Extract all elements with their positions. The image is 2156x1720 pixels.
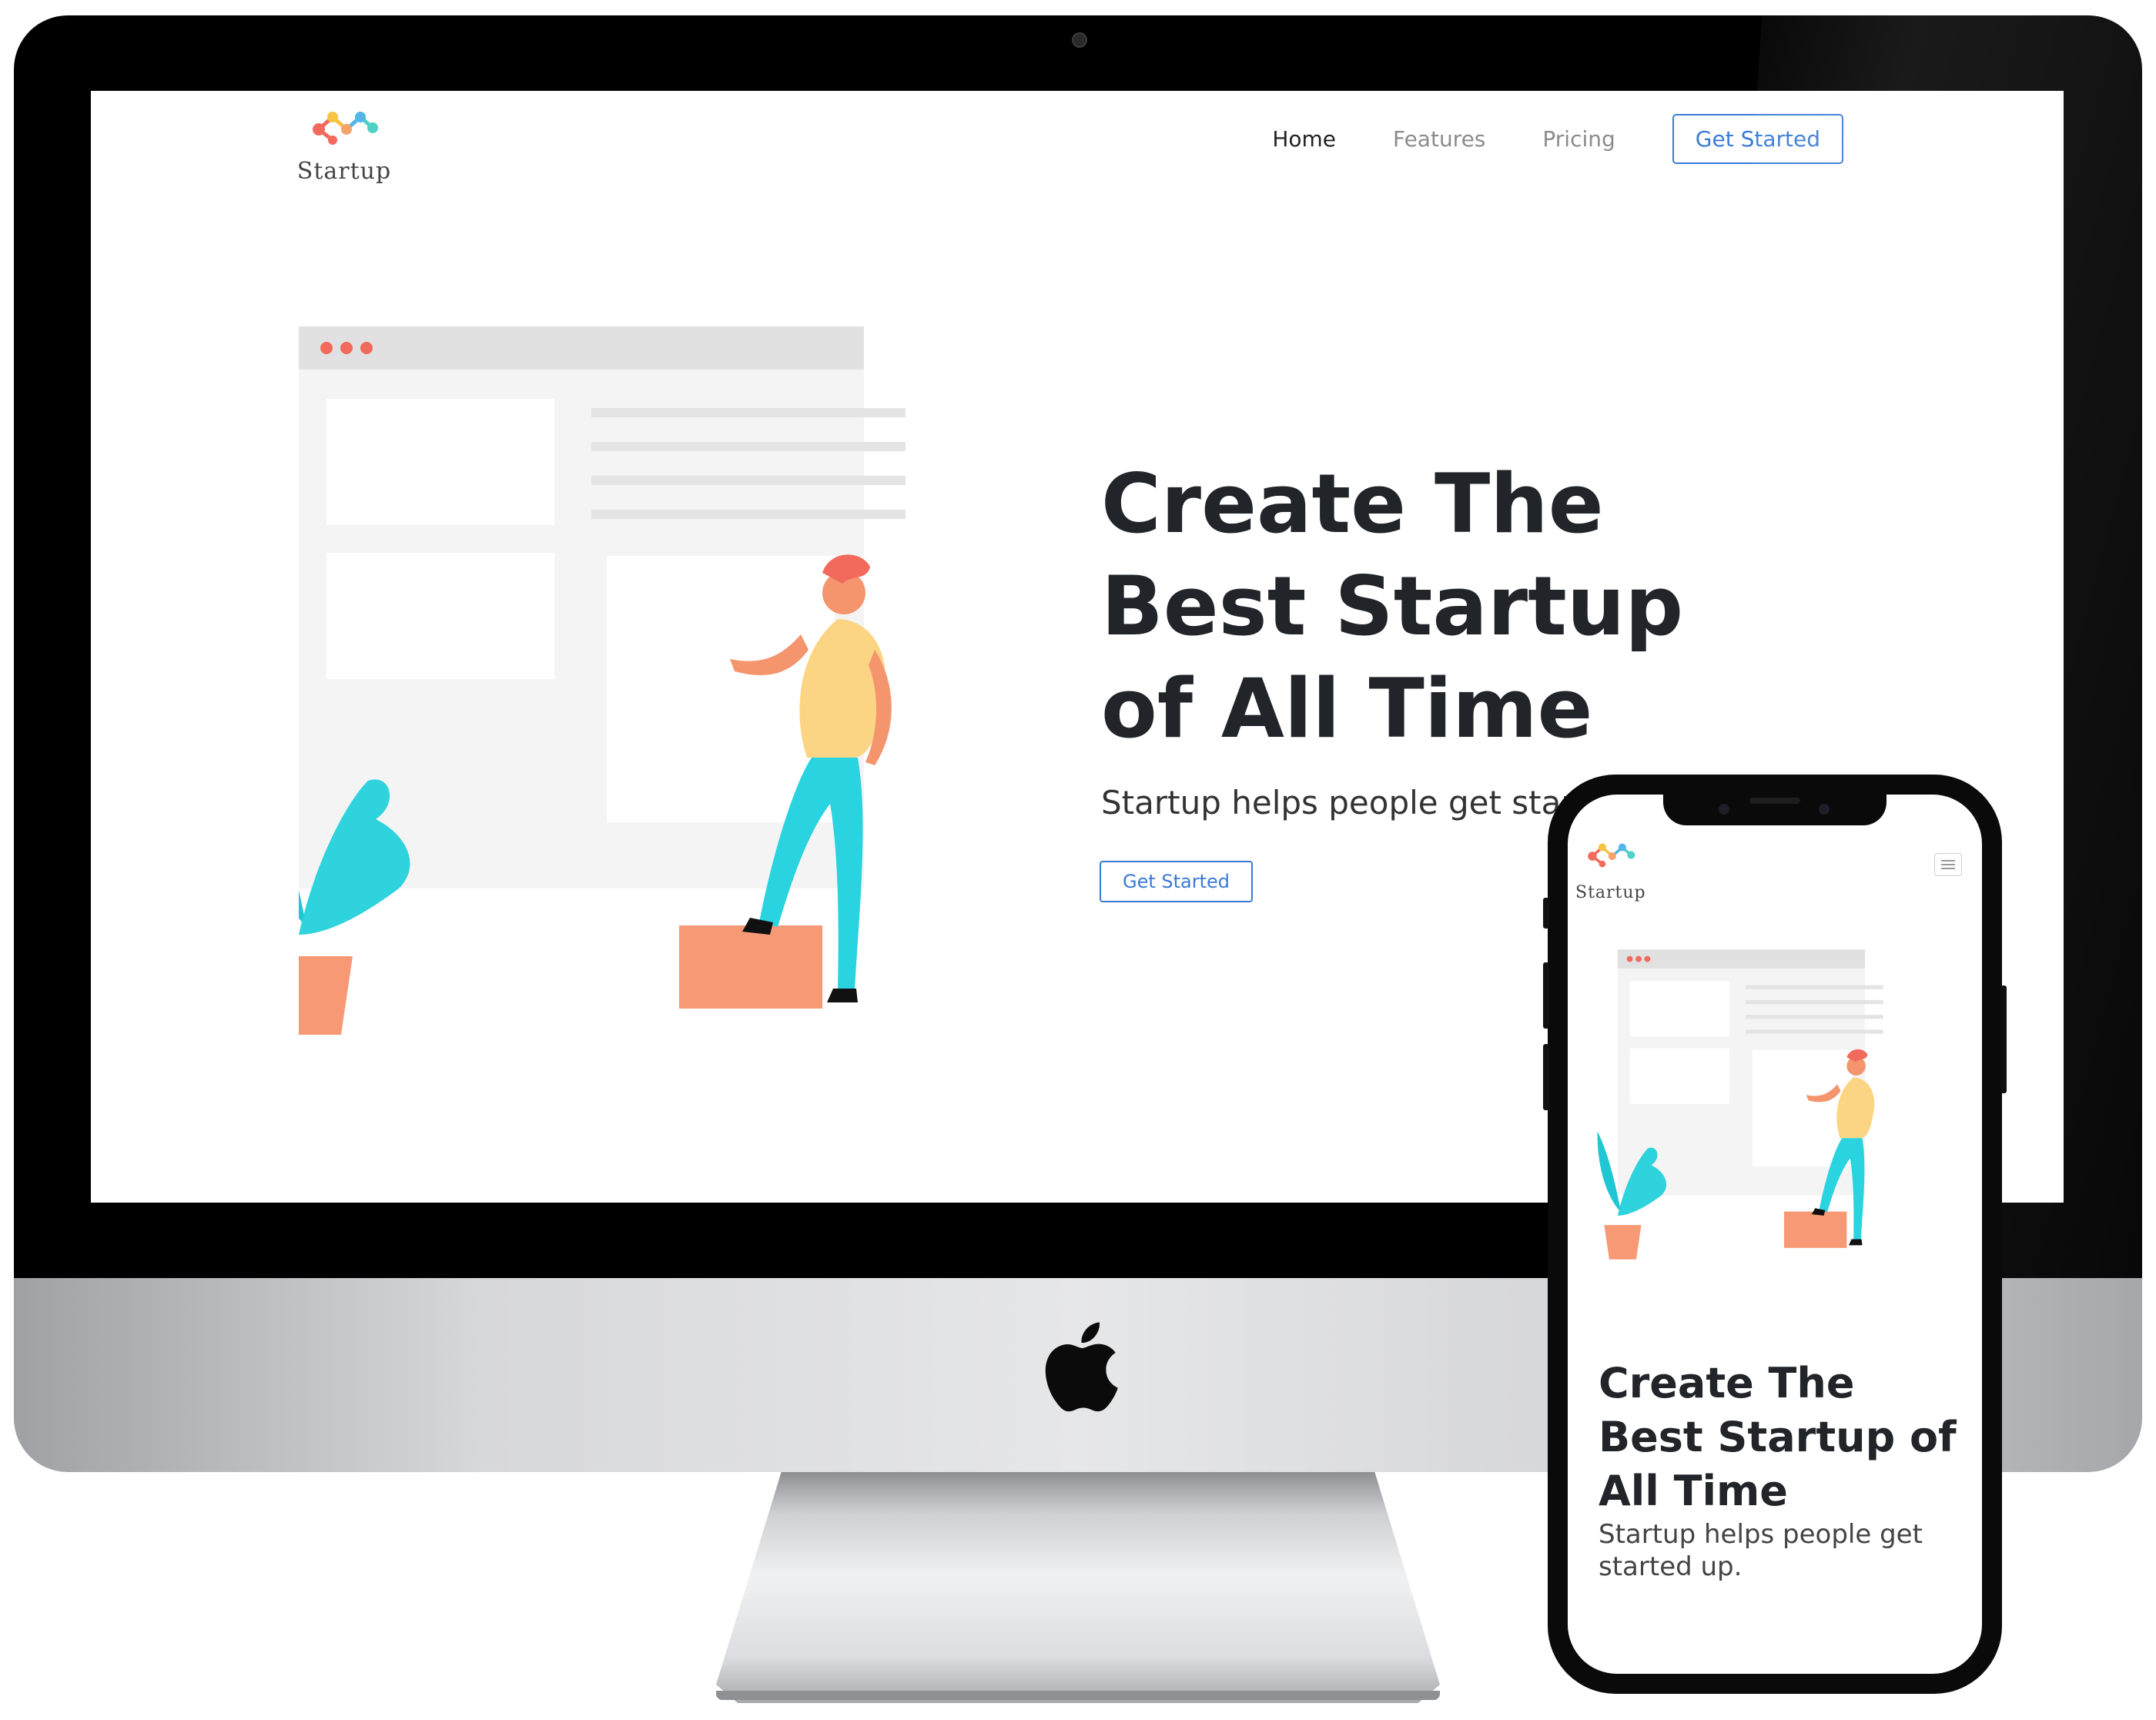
nav-pricing[interactable]: Pricing — [1542, 126, 1615, 152]
mobile-screen: Startup Create The Best Startup of All T… — [1568, 795, 1982, 1674]
phone-volume-down-button — [1543, 1044, 1549, 1110]
hero-illustration — [299, 326, 906, 1035]
placeholder-card — [326, 553, 554, 679]
mobile-startup-logo[interactable]: Startup — [1575, 835, 1645, 902]
phone-volume-up-button — [1543, 962, 1549, 1029]
placeholder-line — [591, 408, 906, 417]
hero-get-started-button[interactable]: Get Started — [1100, 861, 1254, 902]
nav-home[interactable]: Home — [1272, 126, 1336, 152]
sensor-icon — [1819, 804, 1830, 815]
camera-icon — [1072, 32, 1087, 48]
window-dot-icon — [320, 342, 333, 354]
nav-features[interactable]: Features — [1393, 126, 1485, 152]
phone-mute-switch — [1543, 898, 1549, 929]
hamburger-icon[interactable] — [1934, 853, 1962, 876]
box-shape — [679, 925, 822, 1009]
placeholder-line — [591, 442, 906, 451]
browser-titlebar — [299, 326, 864, 370]
window-dot-icon — [340, 342, 353, 354]
placeholder-line — [591, 476, 906, 485]
window-dot-icon — [360, 342, 373, 354]
logo-mark-icon — [313, 112, 378, 145]
logo-text: Startup — [296, 158, 392, 185]
nav-get-started-button[interactable]: Get Started — [1672, 114, 1843, 164]
mobile-hero-title: Create The Best Startup of All Time — [1599, 1359, 1957, 1515]
speaker-grille — [1749, 798, 1800, 804]
front-camera-icon — [1719, 804, 1729, 815]
imac-stand — [716, 1472, 1440, 1703]
logo-mark-icon — [1588, 843, 1635, 868]
mobile-hero-subtitle: Startup helps people get started up. — [1599, 1519, 1923, 1582]
imac-stand-base — [716, 1691, 1440, 1700]
phone-power-button — [2000, 985, 2007, 1093]
main-nav: Home Features Pricing Get Started — [1272, 114, 1843, 164]
placeholder-card — [326, 399, 554, 525]
placeholder-line — [591, 510, 906, 519]
mobile-logo-text: Startup — [1575, 883, 1646, 902]
mobile-hero-illustration — [1597, 949, 1883, 1260]
startup-logo[interactable]: Startup — [296, 100, 393, 185]
apple-logo-icon — [1045, 1322, 1118, 1412]
hero-title: Create The Best Startup of All Time — [1101, 457, 1684, 756]
